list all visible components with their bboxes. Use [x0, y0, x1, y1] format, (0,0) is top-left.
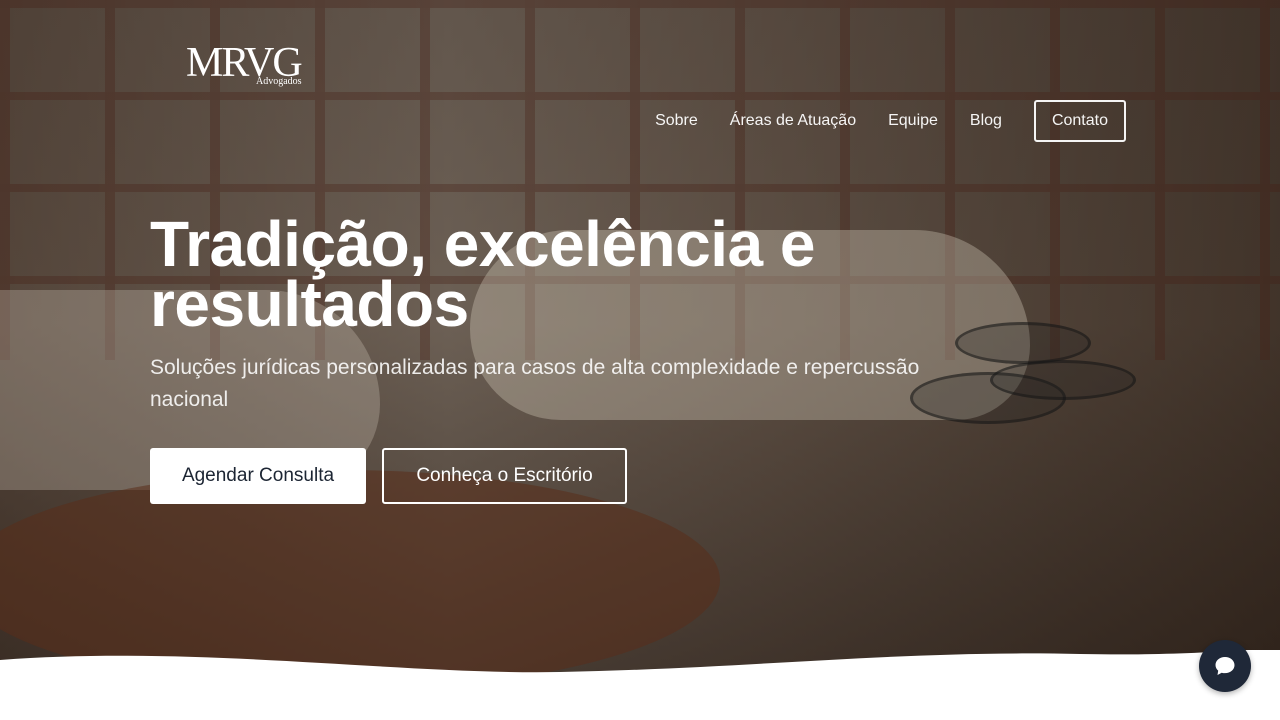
hero-content: Tradição, excelência e resultados Soluçõ… [150, 208, 950, 416]
nav-item-equipe[interactable]: Equipe [888, 112, 938, 130]
glass-table-decoration [955, 322, 1091, 364]
know-office-button[interactable]: Conheça o Escritório [382, 448, 627, 504]
nav-item-sobre[interactable]: Sobre [655, 112, 698, 130]
hero-title: Tradição, excelência e resultados [150, 208, 815, 340]
brand-logo[interactable]: MRVG Advogados [186, 42, 306, 90]
nav-item-blog[interactable]: Blog [970, 112, 1002, 130]
wave-divider [0, 650, 1280, 720]
chat-button[interactable] [1199, 640, 1251, 692]
schedule-consultation-button[interactable]: Agendar Consulta [150, 448, 366, 504]
glass-table-decoration [990, 360, 1136, 400]
main-nav: Sobre Áreas de Atuação Equipe Blog Conta… [655, 100, 1126, 142]
nav-item-areas-de-atuacao[interactable]: Áreas de Atuação [730, 112, 856, 130]
hero-actions: Agendar Consulta Conheça o Escritório [150, 448, 627, 504]
contact-button[interactable]: Contato [1033, 100, 1126, 142]
logo-subtitle: Advogados [256, 76, 302, 87]
chat-bubble-icon [1215, 657, 1235, 675]
hero-subtitle: Soluções jurídicas personalizadas para c… [150, 356, 920, 411]
